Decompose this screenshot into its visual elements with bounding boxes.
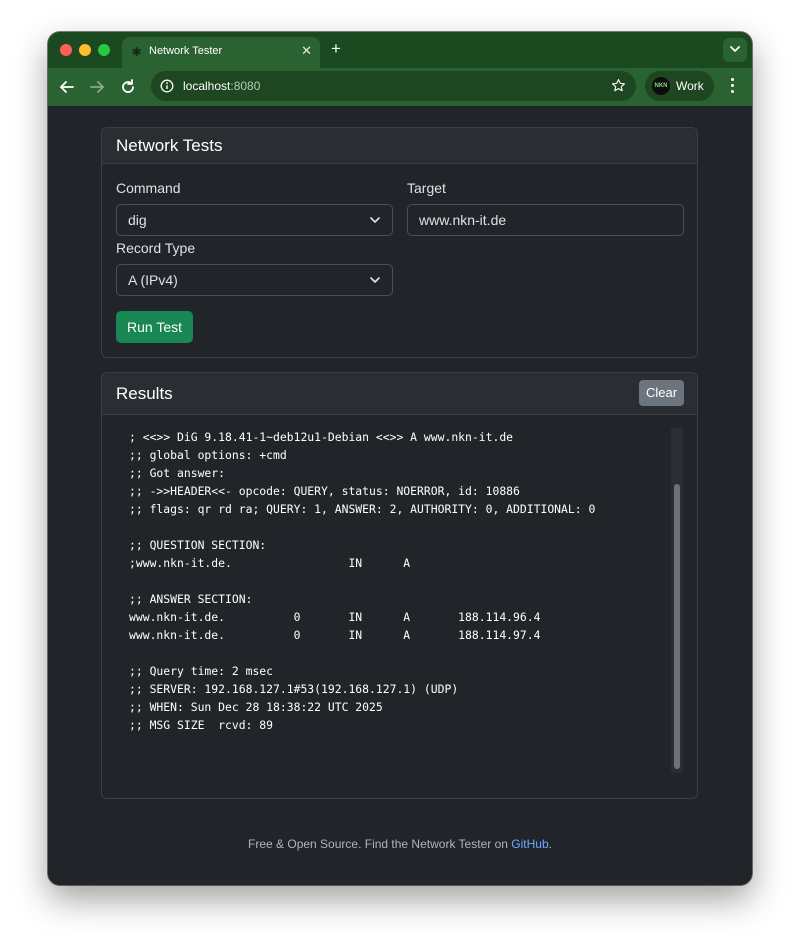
command-label: Command: [116, 180, 181, 196]
results-output-text: ; <<>> DiG 9.18.41-1~deb12u1-Debian <<>>…: [129, 430, 596, 732]
page-content: Network Tests Command dig Target www.nkn…: [48, 106, 752, 885]
address-bar[interactable]: localhost:8080: [151, 71, 636, 101]
reload-icon[interactable]: [117, 76, 139, 98]
tab-title: Network Tester: [149, 45, 223, 57]
tab-search-button[interactable]: [723, 38, 747, 62]
back-icon[interactable]: [56, 76, 78, 98]
url-port: :8080: [230, 79, 261, 93]
target-input[interactable]: www.nkn-it.de: [407, 204, 684, 236]
footer-period: .: [548, 837, 552, 851]
maximize-window-button[interactable]: [98, 44, 110, 56]
command-select[interactable]: dig: [116, 204, 393, 236]
minimize-window-button[interactable]: [79, 44, 91, 56]
network-tests-card: Network Tests Command dig Target www.nkn…: [101, 127, 698, 358]
plus-icon[interactable]: +: [331, 39, 341, 59]
browser-window: ✱ Network Tester ✕ + localhost:8080 NKN …: [48, 32, 752, 885]
network-tests-title: Network Tests: [116, 136, 223, 155]
profile-label: Work: [676, 79, 704, 93]
results-output[interactable]: ; <<>> DiG 9.18.41-1~deb12u1-Debian <<>>…: [116, 428, 684, 773]
browser-toolbar: localhost:8080 NKN Work: [48, 68, 752, 106]
profile-button[interactable]: NKN Work: [645, 71, 714, 101]
record-type-label: Record Type: [116, 240, 196, 256]
forward-icon[interactable]: [86, 76, 108, 98]
footer-text: Free & Open Source. Find the Network Tes…: [248, 837, 512, 851]
info-icon[interactable]: [160, 79, 174, 93]
target-input-value: www.nkn-it.de: [419, 212, 507, 228]
close-icon[interactable]: ✕: [301, 43, 312, 59]
run-test-button[interactable]: Run Test: [116, 311, 193, 343]
results-scrollbar[interactable]: [671, 428, 683, 773]
record-type-select[interactable]: A (IPv4): [116, 264, 393, 296]
record-type-select-value: A (IPv4): [128, 272, 178, 288]
url-text: localhost:8080: [183, 79, 260, 93]
results-header: Results Clear: [102, 373, 697, 415]
results-card: Results Clear ; <<>> DiG 9.18.41-1~deb12…: [101, 372, 698, 799]
command-select-value: dig: [128, 212, 147, 228]
more-icon[interactable]: [726, 78, 738, 96]
github-link[interactable]: GitHub: [511, 837, 548, 851]
avatar: NKN: [652, 77, 670, 95]
tab-favicon-icon: ✱: [131, 45, 142, 59]
clear-button[interactable]: Clear: [639, 380, 684, 406]
network-tests-header: Network Tests: [102, 128, 697, 164]
url-host: localhost: [183, 79, 231, 93]
tab-network-tester[interactable]: ✱ Network Tester ✕: [122, 37, 320, 68]
star-icon[interactable]: [611, 78, 626, 93]
chevron-down-icon: [370, 277, 380, 283]
results-title: Results: [116, 384, 173, 403]
footer: Free & Open Source. Find the Network Tes…: [48, 837, 752, 851]
chevron-down-icon: [370, 217, 380, 223]
tab-bar: ✱ Network Tester ✕ +: [48, 32, 752, 68]
chevron-down-icon: [730, 46, 740, 52]
close-window-button[interactable]: [60, 44, 72, 56]
results-scroll-thumb[interactable]: [674, 484, 680, 769]
target-label: Target: [407, 180, 446, 196]
